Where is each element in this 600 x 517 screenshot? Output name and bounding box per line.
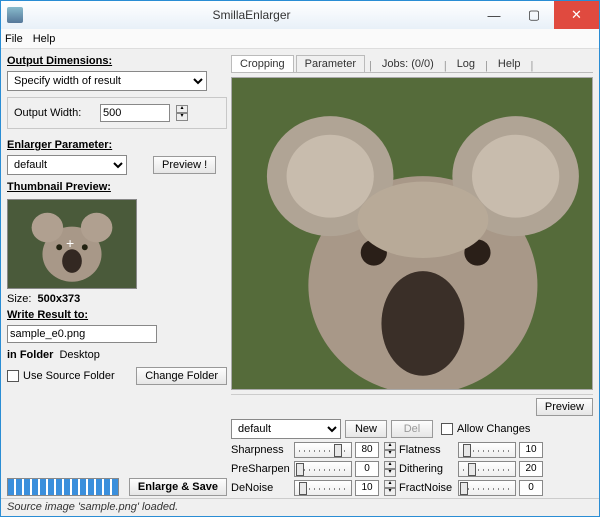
- app-icon: [7, 7, 23, 23]
- window-title: SmillaEnlarger: [29, 8, 474, 22]
- tab-log[interactable]: Log: [451, 56, 481, 72]
- flatness-slider[interactable]: [458, 442, 516, 458]
- flatness-value[interactable]: 10: [519, 442, 543, 458]
- preview-button[interactable]: Preview: [536, 398, 593, 416]
- preview-image[interactable]: [231, 77, 593, 390]
- progress-bar: [7, 478, 119, 496]
- write-result-heading: Write Result to:: [7, 309, 227, 321]
- fractnoise-slider[interactable]: [458, 480, 516, 496]
- close-button[interactable]: ✕: [554, 1, 599, 29]
- menu-file[interactable]: File: [5, 33, 23, 45]
- fractnoise-value[interactable]: 0: [519, 480, 543, 496]
- del-preset-button[interactable]: Del: [391, 420, 433, 438]
- tab-help[interactable]: Help: [492, 56, 527, 72]
- enlarge-save-button[interactable]: Enlarge & Save: [129, 478, 227, 496]
- app-window: SmillaEnlarger — ▢ ✕ File Help Output Di…: [0, 0, 600, 517]
- sharpness-value[interactable]: 80: [355, 442, 379, 458]
- presharpen-slider[interactable]: [294, 461, 352, 477]
- denoise-slider[interactable]: [294, 480, 352, 496]
- presharpen-label: PreSharpen: [231, 463, 291, 475]
- enlarger-parameter-heading: Enlarger Parameter:: [7, 139, 227, 151]
- size-label: Size:: [7, 293, 31, 305]
- output-width-label: Output Width:: [14, 107, 94, 119]
- preview-thumb-button[interactable]: Preview !: [153, 156, 216, 174]
- denoise-spinner[interactable]: ▴▾: [384, 480, 396, 496]
- output-width-spinner[interactable]: ▴▾: [176, 105, 188, 121]
- minimize-button[interactable]: —: [474, 1, 514, 29]
- thumbnail-image[interactable]: [7, 199, 137, 289]
- tab-bar: Cropping Parameter | Jobs: (0/0) | Log |…: [231, 53, 593, 73]
- denoise-value[interactable]: 10: [355, 480, 379, 496]
- new-preset-button[interactable]: New: [345, 420, 387, 438]
- thumbnail-preview-heading: Thumbnail Preview:: [7, 181, 227, 193]
- size-value: 500x373: [37, 293, 80, 305]
- dimension-mode-select[interactable]: Specify width of result: [7, 71, 207, 91]
- change-folder-button[interactable]: Change Folder: [136, 367, 227, 385]
- menu-help[interactable]: Help: [33, 33, 56, 45]
- flatness-label: Flatness: [399, 444, 455, 456]
- tab-cropping[interactable]: Cropping: [231, 55, 294, 72]
- dithering-label: Dithering: [399, 463, 455, 475]
- allow-changes-label: Allow Changes: [457, 423, 530, 435]
- status-bar: Source image 'sample.png' loaded.: [1, 498, 599, 516]
- tab-jobs[interactable]: Jobs: (0/0): [376, 56, 440, 72]
- use-source-folder-checkbox[interactable]: [7, 370, 19, 382]
- dithering-value[interactable]: 20: [519, 461, 543, 477]
- menubar: File Help: [1, 29, 599, 49]
- allow-changes-checkbox[interactable]: [441, 423, 453, 435]
- sharpness-slider[interactable]: [294, 442, 352, 458]
- fractnoise-label: FractNoise: [399, 482, 455, 494]
- sharpness-spinner[interactable]: ▴▾: [384, 442, 396, 458]
- use-source-folder-label: Use Source Folder: [23, 370, 115, 382]
- tab-parameter[interactable]: Parameter: [296, 55, 365, 72]
- presharpen-spinner[interactable]: ▴▾: [384, 461, 396, 477]
- denoise-label: DeNoise: [231, 482, 291, 494]
- filename-input[interactable]: [7, 325, 157, 343]
- in-folder-label: in Folder: [7, 349, 53, 361]
- folder-name: Desktop: [59, 349, 99, 361]
- presharpen-value[interactable]: 0: [355, 461, 379, 477]
- output-dimensions-heading: Output Dimensions:: [7, 55, 227, 67]
- param-preset-select[interactable]: default: [7, 155, 127, 175]
- output-width-input[interactable]: [100, 104, 170, 122]
- titlebar: SmillaEnlarger — ▢ ✕: [1, 1, 599, 29]
- right-preset-select[interactable]: default: [231, 419, 341, 439]
- maximize-button[interactable]: ▢: [514, 1, 554, 29]
- dithering-slider[interactable]: [458, 461, 516, 477]
- sharpness-label: Sharpness: [231, 444, 291, 456]
